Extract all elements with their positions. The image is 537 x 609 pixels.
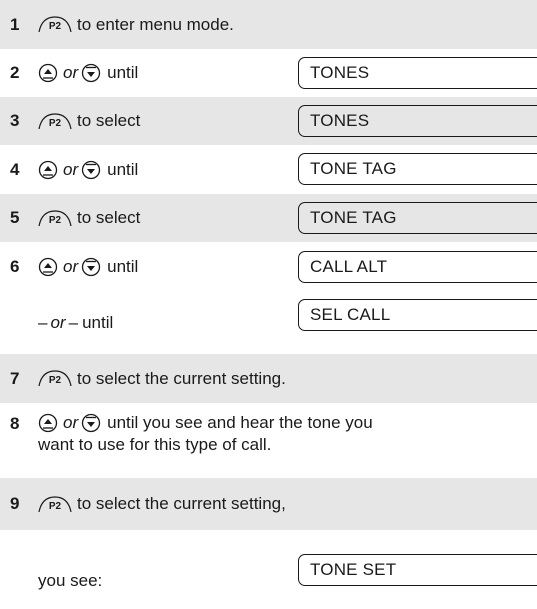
step-row-9-result: you see: TONE SET <box>0 530 537 609</box>
display-readout: TONE SET <box>298 554 537 586</box>
or-text: or <box>63 159 79 179</box>
step-number: 8 <box>10 414 20 433</box>
p2-key-icon: P2 <box>38 16 72 33</box>
up-arrow-key-icon <box>38 160 58 179</box>
step-number: 4 <box>10 159 20 179</box>
step-number: 3 <box>10 111 20 130</box>
step-row-1: 1 P2 to enter menu mode. <box>0 0 537 49</box>
step-row-8: 8 or until you see and hear the tone you… <box>0 403 537 478</box>
step-instruction: P2 to select the current setting, <box>38 494 286 514</box>
down-arrow-key-icon <box>81 160 101 179</box>
step-instruction: or until <box>38 160 300 180</box>
step-number: 2 <box>10 63 20 82</box>
step-row-6: 6 or until CALL ALT <box>0 242 537 292</box>
step-text: until <box>107 159 139 179</box>
svg-text:P2: P2 <box>49 21 62 32</box>
step-text: you see: <box>38 570 103 590</box>
step-text: to select <box>77 111 141 130</box>
step-text: until <box>107 63 139 82</box>
p2-key-icon: P2 <box>38 495 72 513</box>
step-text: to enter menu mode. <box>77 14 234 34</box>
step-instruction: or until you see and hear the tone you w… <box>38 403 373 456</box>
or-text: or <box>63 413 79 432</box>
step-number: 7 <box>10 368 20 388</box>
svg-text:P2: P2 <box>49 215 62 226</box>
step-number: 6 <box>10 257 20 276</box>
step-row-3: 3 P2 to select TONES <box>0 97 537 145</box>
display-readout: TONE TAG <box>298 202 537 234</box>
step-instruction: – or – until <box>0 313 300 333</box>
or-text: or <box>50 313 66 332</box>
display-readout: CALL ALT <box>298 251 537 283</box>
step-instruction: or until <box>38 63 300 83</box>
step-text: until you see and hear the tone you <box>107 413 373 432</box>
up-arrow-key-icon <box>38 63 58 83</box>
step-row-6-alt: – or – until SEL CALL <box>0 292 537 354</box>
step-text: to select the current setting. <box>77 368 286 388</box>
p2-key-icon: P2 <box>38 112 72 130</box>
or-text: or <box>63 257 79 276</box>
step-row-4: 4 or until TONE TAG <box>0 145 537 194</box>
step-instruction: P2 to select the current setting. <box>38 369 286 389</box>
step-number: 9 <box>10 494 20 513</box>
dash-text: – <box>38 313 48 332</box>
display-readout: TONE TAG <box>298 153 537 185</box>
up-arrow-key-icon <box>38 413 58 433</box>
instruction-page: 1 P2 to enter menu mode. 2 or until TONE… <box>0 0 537 609</box>
step-text: until <box>107 257 139 276</box>
p2-key-icon: P2 <box>38 370 72 387</box>
step-text: until <box>82 313 114 332</box>
step-number: 5 <box>10 208 20 227</box>
down-arrow-key-icon <box>81 257 101 277</box>
up-arrow-key-icon <box>38 257 58 277</box>
down-arrow-key-icon <box>81 413 101 433</box>
p2-key-icon: P2 <box>38 209 72 227</box>
step-instruction: P2 to select <box>38 111 300 131</box>
down-arrow-key-icon <box>81 63 101 83</box>
step-text: to select the current setting, <box>77 494 286 513</box>
display-readout: TONES <box>298 57 537 89</box>
step-instruction: P2 to select <box>38 208 300 228</box>
svg-text:P2: P2 <box>49 501 62 512</box>
step-text: to select <box>77 208 141 227</box>
display-readout: SEL CALL <box>298 299 537 331</box>
svg-text:P2: P2 <box>49 118 62 129</box>
step-row-7: 7 P2 to select the current setting. <box>0 354 537 403</box>
step-number: 1 <box>10 14 20 34</box>
display-readout: TONES <box>298 105 537 137</box>
svg-text:P2: P2 <box>49 375 62 386</box>
step-row-9: 9 P2 to select the current setting, <box>0 478 537 530</box>
step-row-2: 2 or until TONES <box>0 49 537 97</box>
step-text-continued: want to use for this type of call. <box>38 435 272 454</box>
dash-text: – <box>68 313 79 332</box>
or-text: or <box>63 63 79 82</box>
step-instruction: or until <box>38 257 300 277</box>
step-row-5: 5 P2 to select TONE TAG <box>0 194 537 242</box>
step-instruction: P2 to enter menu mode. <box>38 15 234 35</box>
